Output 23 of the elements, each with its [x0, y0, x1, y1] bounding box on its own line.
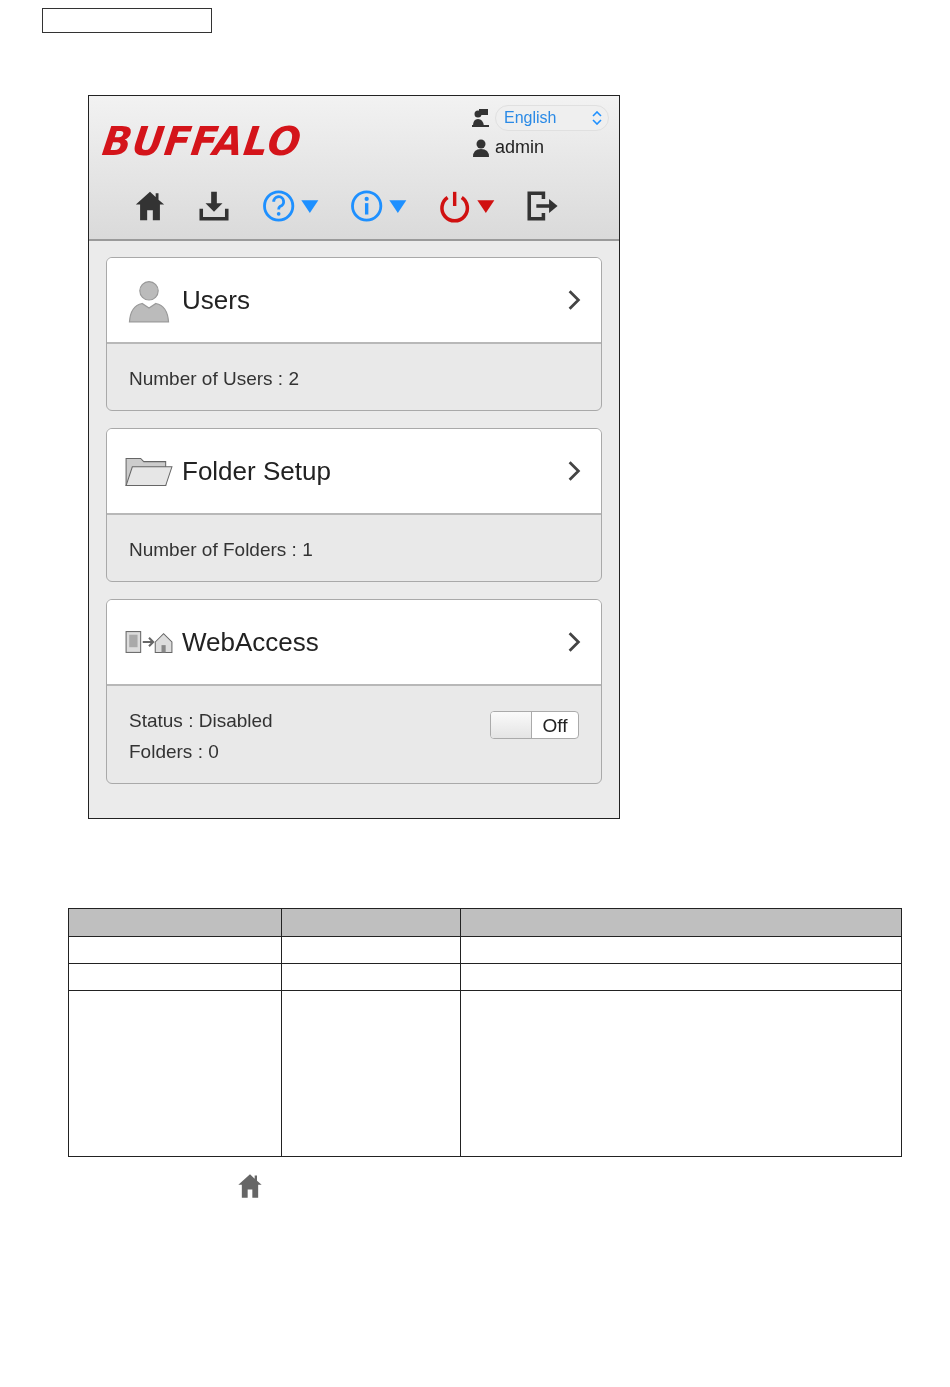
info-text: Status : Disabled	[129, 710, 273, 732]
toggle-switch[interactable]: Off	[490, 711, 579, 739]
card-title: Users	[182, 284, 251, 316]
card-header[interactable]: Users	[107, 258, 601, 344]
brand-logo: BUFFALO	[99, 117, 305, 165]
card-title: Folder Setup	[182, 455, 332, 487]
info-text: Number of Folders : 1	[129, 539, 313, 561]
power-icon[interactable]	[437, 189, 495, 223]
user-name: admin	[495, 137, 545, 158]
card-header[interactable]: Folder Setup	[107, 429, 601, 515]
download-icon[interactable]	[197, 189, 231, 223]
chevron-right-icon	[567, 289, 581, 311]
card-header[interactable]: WebAccess	[107, 600, 601, 686]
card-title: WebAccess	[182, 626, 320, 658]
home-icon[interactable]	[133, 189, 167, 223]
chevron-right-icon	[567, 631, 581, 653]
admin-console-icon	[471, 108, 491, 128]
logout-icon[interactable]	[525, 189, 559, 223]
chevron-updown-icon	[592, 111, 602, 125]
info-text: Number of Users : 2	[129, 368, 299, 390]
chevron-right-icon	[567, 460, 581, 482]
user-icon	[471, 137, 491, 158]
info-text: Folders : 0	[129, 741, 220, 763]
